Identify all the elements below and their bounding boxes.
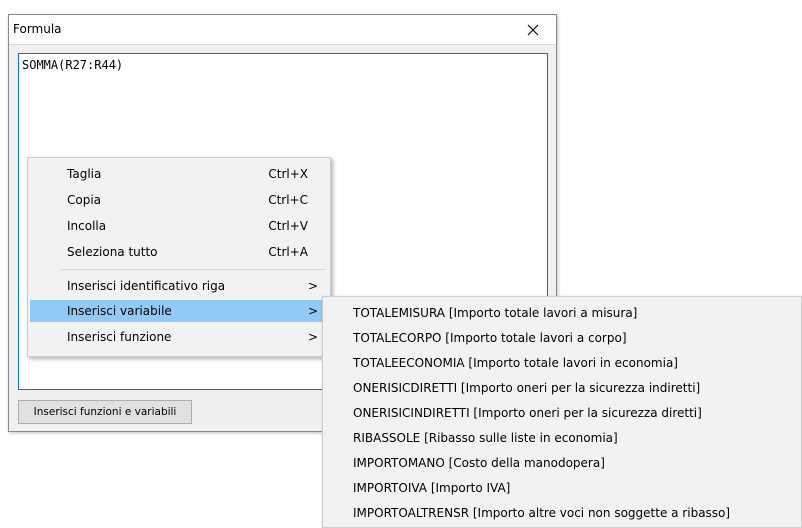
menu-item-shortcut: Ctrl+V (268, 219, 308, 233)
menu-item-shortcut: Ctrl+X (268, 167, 308, 181)
menu-item-cut[interactable]: Taglia Ctrl+X (30, 163, 328, 185)
close-icon (527, 24, 539, 35)
variable-item-label: IMPORTOIVA [Importo IVA] (353, 480, 511, 495)
variable-item-label: TOTALEECONOMIA [Importo totale lavori in… (353, 355, 678, 370)
variable-item-label: IMPORTOMANO [Costo della manodopera] (353, 455, 605, 470)
formula-text: SOMMA(R27:R44) (22, 58, 124, 72)
context-menu: Taglia Ctrl+X Copia Ctrl+C Incolla Ctrl+… (27, 157, 331, 357)
variable-item-label: IMPORTOALTRENSR [Importo altre voci non … (353, 505, 731, 520)
variable-item-totalecorpo[interactable]: TOTALECORPO [Importo totale lavori a cor… (325, 325, 799, 350)
variables-submenu: TOTALEMISURA [Importo totale lavori a mi… (322, 296, 802, 528)
variable-item-totaleeconomia[interactable]: TOTALEECONOMIA [Importo totale lavori in… (325, 350, 799, 375)
variable-item-onerisicdiretti[interactable]: ONERISICDIRETTI [Importo oneri per la si… (325, 375, 799, 400)
menu-item-insert-row-id[interactable]: Inserisci identificativo riga > (30, 275, 328, 297)
menu-item-shortcut: Ctrl+C (268, 193, 308, 207)
close-button[interactable] (510, 15, 556, 44)
menu-item-label: Copia (67, 193, 102, 207)
variable-item-label: ONERISICDIRETTI [Importo oneri per la si… (353, 380, 701, 395)
variable-item-label: TOTALECORPO [Importo totale lavori a cor… (353, 330, 627, 345)
menu-item-label: Seleziona tutto (67, 245, 158, 259)
variable-item-ribassole[interactable]: RIBASSOLE [Ribasso sulle liste in econom… (325, 425, 799, 450)
menu-separator (61, 269, 326, 270)
menu-item-paste[interactable]: Incolla Ctrl+V (30, 215, 328, 237)
menu-item-label: Inserisci identificativo riga (67, 279, 226, 293)
menu-item-copy[interactable]: Copia Ctrl+C (30, 189, 328, 211)
variable-item-label: RIBASSOLE [Ribasso sulle liste in econom… (353, 430, 618, 445)
variable-item-importoaltrensr[interactable]: IMPORTOALTRENSR [Importo altre voci non … (325, 500, 799, 525)
menu-item-shortcut: Ctrl+A (268, 245, 308, 259)
menu-item-insert-function[interactable]: Inserisci funzione > (30, 326, 328, 348)
variable-item-onerisicindiretti[interactable]: ONERISICINDIRETTI [Importo oneri per la … (325, 400, 799, 425)
variable-item-label: TOTALEMISURA [Importo totale lavori a mi… (353, 305, 638, 320)
menu-item-label: Inserisci variabile (67, 304, 172, 318)
variable-item-importomano[interactable]: IMPORTOMANO [Costo della manodopera] (325, 450, 799, 475)
menu-item-select-all[interactable]: Seleziona tutto Ctrl+A (30, 241, 328, 263)
insert-functions-button[interactable]: Inserisci funzioni e variabili (18, 400, 192, 424)
menu-item-label: Inserisci funzione (67, 330, 172, 344)
menu-item-label: Incolla (67, 219, 107, 233)
title-bar: Formula (9, 15, 556, 45)
menu-item-label: Taglia (67, 167, 102, 181)
variable-item-importoiva[interactable]: IMPORTOIVA [Importo IVA] (325, 475, 799, 500)
variable-item-totalemisura[interactable]: TOTALEMISURA [Importo totale lavori a mi… (325, 300, 799, 325)
submenu-arrow-icon: > (307, 279, 318, 293)
dialog-title: Formula (13, 22, 62, 36)
submenu-arrow-icon: > (307, 304, 318, 318)
submenu-arrow-icon: > (307, 330, 318, 344)
variable-item-label: ONERISICINDIRETTI [Importo oneri per la … (353, 405, 702, 420)
menu-item-insert-variable[interactable]: Inserisci variabile > (30, 300, 328, 322)
